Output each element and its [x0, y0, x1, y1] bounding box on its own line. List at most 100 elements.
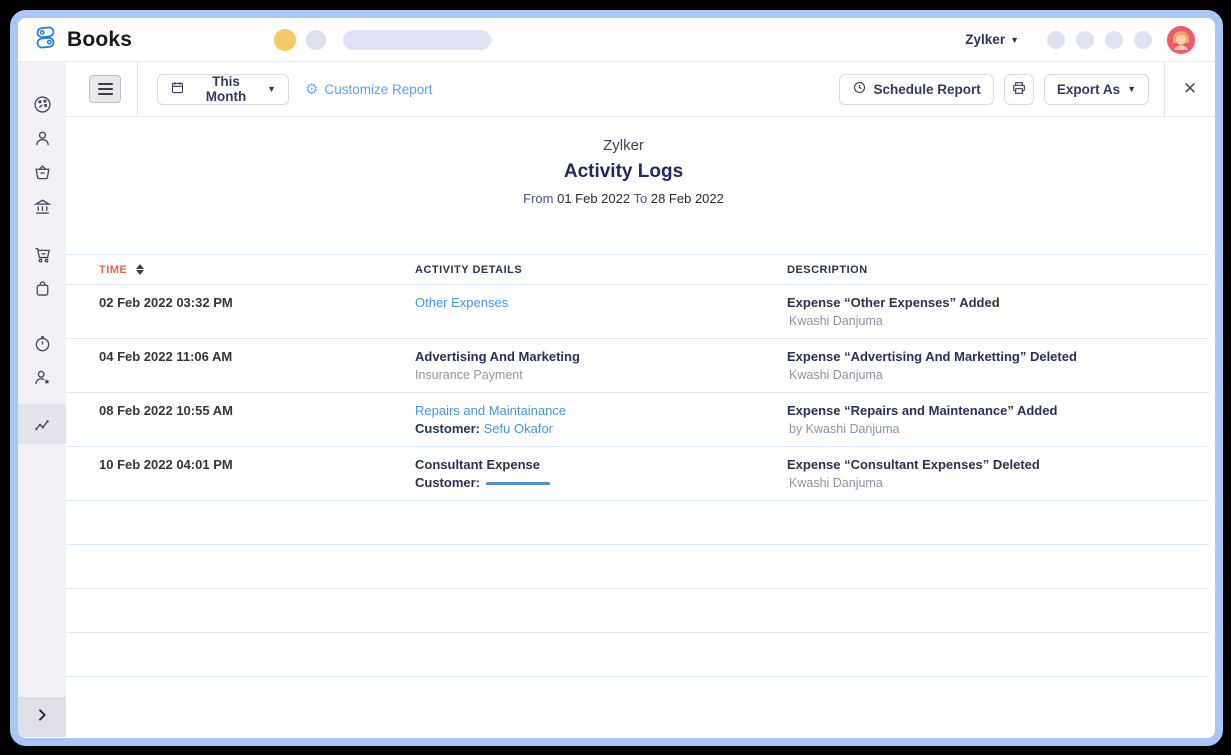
description-title: Expense “Repairs and Maintenance” Added — [787, 403, 1209, 419]
time-cell: 08 Feb 2022 10:55 AM — [99, 403, 415, 437]
column-header-description[interactable]: DESCRIPTION — [787, 264, 1209, 276]
report-toolbar: This Month ▼ ⚙ Customize Report Sche — [66, 62, 1215, 117]
customize-report-label: Customize Report — [324, 82, 432, 97]
app-logo[interactable]: Books — [32, 24, 132, 56]
clock-icon — [852, 80, 867, 98]
expense-link[interactable]: Other Expenses — [415, 295, 508, 310]
to-date: 28 Feb 2022 — [651, 191, 724, 206]
sidebar-item-time-tracking[interactable] — [18, 326, 66, 360]
time-tracking-icon — [32, 333, 53, 354]
column-header-time[interactable]: TIME — [99, 264, 415, 276]
topbar-icon-placeholder[interactable] — [1105, 31, 1123, 49]
expense-title: Consultant Expense — [415, 457, 787, 473]
sales-icon — [32, 244, 53, 265]
description-user: Kwashi Danjuma — [787, 313, 1209, 329]
accountant-icon — [32, 367, 53, 388]
from-label: From — [523, 191, 553, 206]
chevron-down-icon: ▼ — [1010, 35, 1019, 45]
print-button[interactable] — [1004, 74, 1034, 105]
purchases-icon — [32, 278, 53, 299]
customize-report-link[interactable]: ⚙ Customize Report — [305, 82, 433, 97]
time-cell: 10 Feb 2022 04:01 PM — [99, 457, 415, 491]
table-row: 10 Feb 2022 04:01 PM Consultant Expense … — [66, 447, 1209, 501]
toolbar-divider — [137, 62, 138, 117]
date-range-label: This Month — [192, 74, 260, 104]
close-report-button[interactable]: ✕ — [1165, 79, 1215, 99]
expense-link[interactable]: Repairs and Maintainance — [415, 403, 566, 418]
gear-icon: ⚙ — [305, 82, 318, 97]
user-avatar[interactable] — [1167, 26, 1195, 54]
time-cell: 02 Feb 2022 03:32 PM — [99, 295, 415, 329]
items-icon — [32, 162, 53, 183]
org-switcher[interactable]: Zylker ▼ — [965, 32, 1019, 47]
chevron-down-icon: ▼ — [267, 84, 276, 94]
app-name: Books — [67, 28, 132, 52]
sidebar-item-items[interactable] — [18, 155, 66, 189]
activity-log-table: TIME ACTIVITY DETAILS DESCRIPTION 02 Feb… — [66, 254, 1209, 677]
books-logo-icon — [32, 24, 59, 56]
activity-cell: Other Expenses — [415, 295, 787, 329]
company-name: Zylker — [66, 137, 1181, 154]
app-window: Books Zylker ▼ — [10, 10, 1223, 746]
description-title: Expense “Advertising And Marketting” Del… — [787, 349, 1209, 365]
column-header-activity-details[interactable]: ACTIVITY DETAILS — [415, 264, 787, 276]
printer-icon — [1011, 80, 1027, 99]
collapse-menu-button[interactable] — [89, 75, 121, 103]
export-as-label: Export As — [1057, 82, 1120, 97]
report-title: Activity Logs — [66, 161, 1181, 183]
expense-subtitle: Insurance Payment — [415, 367, 787, 383]
date-range-dropdown[interactable]: This Month ▼ — [157, 74, 289, 105]
topbar-icon-placeholder[interactable] — [1134, 31, 1152, 49]
schedule-report-label: Schedule Report — [874, 82, 981, 97]
activity-cell: Repairs and Maintainance Customer: Sefu … — [415, 403, 787, 437]
topbar-icon-placeholder[interactable] — [1047, 31, 1065, 49]
report-date-range: From 01 Feb 2022 To 28 Feb 2022 — [66, 191, 1181, 206]
skeleton-row — [66, 589, 1209, 633]
placeholder-dot — [306, 30, 326, 50]
skeleton-row — [66, 545, 1209, 589]
report-page: This Month ▼ ⚙ Customize Report Sche — [66, 62, 1215, 737]
search-bar-placeholder[interactable] — [343, 30, 491, 50]
description-cell: Expense “Repairs and Maintenance” Added … — [787, 403, 1209, 437]
description-cell: Expense “Other Expenses” Added Kwashi Da… — [787, 295, 1209, 329]
customer-label: Customer: — [415, 475, 480, 490]
table-row: 02 Feb 2022 03:32 PM Other Expenses Expe… — [66, 285, 1209, 339]
description-title: Expense “Consultant Expenses” Deleted — [787, 457, 1209, 473]
activity-cell: Consultant Expense Customer: — [415, 457, 787, 491]
table-header-row: TIME ACTIVITY DETAILS DESCRIPTION — [66, 254, 1209, 285]
banking-icon — [32, 196, 53, 217]
sort-icon[interactable] — [136, 264, 144, 275]
table-row: 04 Feb 2022 11:06 AM Advertising And Mar… — [66, 339, 1209, 393]
topbar-icon-placeholder[interactable] — [1076, 31, 1094, 49]
org-name: Zylker — [965, 32, 1005, 47]
dashboard-icon — [32, 94, 53, 115]
table-row: 08 Feb 2022 10:55 AM Repairs and Maintai… — [66, 393, 1209, 447]
report-header: Zylker Activity Logs From 01 Feb 2022 To… — [66, 137, 1215, 206]
time-cell: 04 Feb 2022 11:06 AM — [99, 349, 415, 383]
expense-title: Advertising And Marketing — [415, 349, 787, 365]
customer-link[interactable]: Sefu Okafor — [484, 421, 553, 436]
export-as-dropdown[interactable]: Export As ▼ — [1044, 74, 1149, 105]
schedule-report-button[interactable]: Schedule Report — [839, 74, 994, 105]
sidebar-item-banking[interactable] — [18, 189, 66, 223]
reports-icon — [32, 414, 53, 435]
status-dot — [274, 29, 296, 51]
sidebar-item-sales[interactable] — [18, 237, 66, 271]
sidebar-expand-button[interactable] — [18, 697, 66, 737]
skeleton-row — [66, 501, 1209, 545]
to-label: To — [634, 191, 648, 206]
sidebar-item-contacts[interactable] — [18, 121, 66, 155]
skeleton-row — [66, 633, 1209, 677]
sidebar-item-reports[interactable] — [18, 404, 66, 444]
topbar: Books Zylker ▼ — [18, 18, 1215, 62]
description-title: Expense “Other Expenses” Added — [787, 295, 1209, 311]
contacts-icon — [32, 128, 53, 149]
chevron-right-icon — [34, 707, 50, 728]
sidebar-item-accountant[interactable] — [18, 360, 66, 394]
sidebar-item-purchases[interactable] — [18, 271, 66, 305]
sidebar-item-dashboard[interactable] — [18, 87, 66, 121]
redacted-customer-bar — [486, 482, 550, 485]
from-date: 01 Feb 2022 — [557, 191, 630, 206]
description-user: by Kwashi Danjuma — [787, 421, 1209, 437]
activity-cell: Advertising And Marketing Insurance Paym… — [415, 349, 787, 383]
